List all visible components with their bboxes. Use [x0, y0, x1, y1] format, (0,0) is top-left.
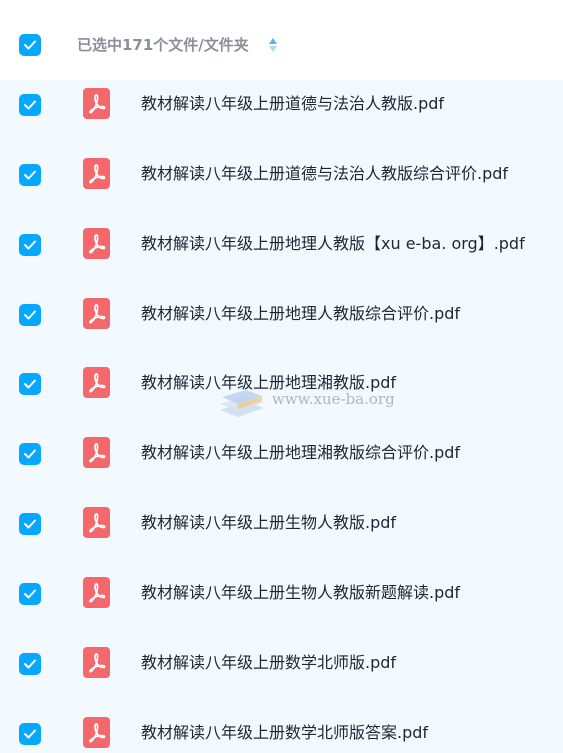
acrobat-icon	[89, 234, 106, 254]
acrobat-icon	[89, 94, 106, 114]
file-name[interactable]: 教材解读八年级上册地理湘教版综合评价.pdf	[141, 443, 460, 463]
check-icon	[24, 310, 36, 320]
check-icon	[24, 729, 36, 739]
file-name[interactable]: 教材解读八年级上册地理人教版综合评价.pdf	[141, 304, 460, 324]
pdf-icon	[83, 298, 110, 329]
file-checkbox[interactable]	[19, 164, 41, 186]
file-checkbox[interactable]	[19, 304, 41, 326]
watermark-text: www.xue-ba.org	[272, 390, 395, 408]
acrobat-icon	[89, 304, 106, 324]
select-all-checkbox[interactable]	[19, 34, 41, 56]
acrobat-icon	[89, 373, 106, 393]
file-checkbox[interactable]	[19, 513, 41, 535]
acrobat-icon	[89, 443, 106, 463]
watermark: www.xue-ba.org	[216, 382, 406, 426]
file-checkbox[interactable]	[19, 583, 41, 605]
check-icon	[24, 40, 36, 50]
book-stack-icon	[220, 390, 264, 417]
check-icon	[24, 659, 36, 669]
check-icon	[24, 240, 36, 250]
selection-header: 已选中171个文件/文件夹	[0, 0, 563, 80]
acrobat-icon	[89, 723, 106, 743]
file-row[interactable]: 教材解读八年级上册地理湘教版综合评价.pdf	[0, 429, 563, 499]
file-row[interactable]: 教材解读八年级上册生物人教版.pdf	[0, 499, 563, 569]
pdf-icon	[83, 507, 110, 538]
file-row[interactable]: 教材解读八年级上册数学北师版.pdf	[0, 639, 563, 709]
check-icon	[24, 170, 36, 180]
file-name[interactable]: 教材解读八年级上册生物人教版新题解读.pdf	[141, 583, 460, 603]
pdf-icon	[83, 577, 110, 608]
acrobat-icon	[89, 164, 106, 184]
file-checkbox[interactable]	[19, 723, 41, 745]
file-row[interactable]: 教材解读八年级上册道德与法治人教版综合评价.pdf	[0, 150, 563, 220]
pdf-icon	[83, 158, 110, 189]
acrobat-icon	[89, 583, 106, 603]
pdf-icon	[83, 717, 110, 748]
file-row[interactable]: 教材解读八年级上册数学北师版答案.pdf	[0, 709, 563, 753]
check-icon	[24, 589, 36, 599]
pdf-icon	[83, 228, 110, 259]
pdf-icon	[83, 88, 110, 119]
selection-count-label: 已选中171个文件/文件夹	[77, 36, 249, 54]
file-row[interactable]: 教材解读八年级上册道德与法治人教版.pdf	[0, 80, 563, 150]
file-checkbox[interactable]	[19, 234, 41, 256]
file-checkbox[interactable]	[19, 443, 41, 465]
file-name[interactable]: 教材解读八年级上册数学北师版答案.pdf	[141, 723, 428, 743]
check-icon	[24, 449, 36, 459]
file-row[interactable]: 教材解读八年级上册生物人教版新题解读.pdf	[0, 569, 563, 639]
acrobat-icon	[89, 513, 106, 533]
pdf-icon	[83, 437, 110, 468]
check-icon	[24, 379, 36, 389]
file-row[interactable]: 教材解读八年级上册地理人教版【xu e-ba. org】.pdf	[0, 220, 563, 290]
file-checkbox[interactable]	[19, 94, 41, 116]
file-name[interactable]: 教材解读八年级上册道德与法治人教版.pdf	[141, 94, 444, 114]
file-name[interactable]: 教材解读八年级上册地理人教版【xu e-ba. org】.pdf	[141, 234, 525, 254]
file-checkbox[interactable]	[19, 653, 41, 675]
pdf-icon	[83, 367, 110, 398]
acrobat-icon	[89, 653, 106, 673]
check-icon	[24, 519, 36, 529]
file-row[interactable]: 教材解读八年级上册地理人教版综合评价.pdf	[0, 290, 563, 360]
pdf-icon	[83, 647, 110, 678]
file-name[interactable]: 教材解读八年级上册道德与法治人教版综合评价.pdf	[141, 164, 508, 184]
file-name[interactable]: 教材解读八年级上册数学北师版.pdf	[141, 653, 396, 673]
file-name[interactable]: 教材解读八年级上册生物人教版.pdf	[141, 513, 396, 533]
sort-icon[interactable]	[268, 37, 278, 53]
file-checkbox[interactable]	[19, 373, 41, 395]
check-icon	[24, 100, 36, 110]
